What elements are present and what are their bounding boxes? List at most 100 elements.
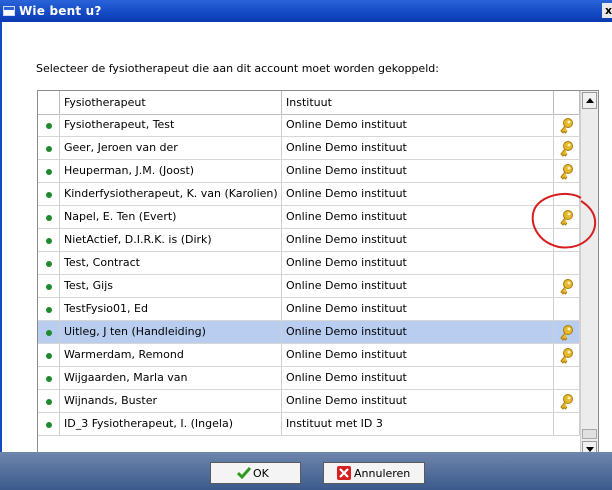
therapist-name-cell: Heuperman, J.M. (Joost) xyxy=(60,160,282,182)
green-dot-icon xyxy=(46,284,52,290)
key-cell[interactable] xyxy=(554,344,580,366)
key-icon[interactable] xyxy=(559,347,575,364)
red-x-icon xyxy=(337,466,351,480)
therapist-name-cell: Test, Gijs xyxy=(60,275,282,297)
green-dot-icon xyxy=(46,215,52,221)
key-cell[interactable] xyxy=(554,275,580,297)
key-cell xyxy=(554,298,580,320)
title-bar[interactable]: Wie bent u? x xyxy=(0,0,612,22)
scroll-up-button[interactable] xyxy=(582,92,597,109)
table-row[interactable]: Napel, E. Ten (Evert) Online Demo institu… xyxy=(38,206,580,229)
cancel-button[interactable]: Annuleren xyxy=(323,462,425,484)
therapist-name-cell: TestFysio01, Ed xyxy=(60,298,282,320)
institute-cell: Online Demo instituut xyxy=(282,298,554,320)
checkmark-icon xyxy=(237,467,251,479)
table-row[interactable]: Wijnands, Buster Online Demo instituut xyxy=(38,390,580,413)
header-instituut[interactable]: Instituut xyxy=(282,91,554,114)
therapist-name-cell: Fysiotherapeut, Test xyxy=(60,114,282,136)
status-cell xyxy=(38,206,60,228)
green-dot-icon xyxy=(46,399,52,405)
green-dot-icon xyxy=(46,422,52,428)
status-cell xyxy=(38,114,60,136)
table-row[interactable]: Geer, Jeroen van der Online Demo instituu… xyxy=(38,137,580,160)
green-dot-icon xyxy=(46,330,52,336)
table-row[interactable]: NietActief, D.I.R.K. is (Dirk) Online Dem… xyxy=(38,229,580,252)
ok-label: OK xyxy=(253,467,269,480)
therapist-name-cell: Geer, Jeroen van der xyxy=(60,137,282,159)
institute-cell: Online Demo instituut xyxy=(282,229,554,251)
red-circle-annotation xyxy=(531,192,597,249)
therapist-name-cell: NietActief, D.I.R.K. is (Dirk) xyxy=(60,229,282,251)
table-row[interactable]: Heuperman, J.M. (Joost) Online Demo insti… xyxy=(38,160,580,183)
key-cell[interactable] xyxy=(554,321,580,343)
instruction-text: Selecteer de fysiotherapeut die aan dit … xyxy=(36,62,439,75)
status-cell xyxy=(38,367,60,389)
institute-cell: Instituut met ID 3 xyxy=(282,413,554,435)
table-row[interactable]: Wijgaarden, Marla van Online Demo institu… xyxy=(38,367,580,390)
institute-cell: Online Demo instituut xyxy=(282,252,554,274)
therapist-grid[interactable]: Fysiotherapeut Instituut Fysiotherapeut,… xyxy=(37,90,599,460)
institute-cell: Online Demo instituut xyxy=(282,137,554,159)
status-cell xyxy=(38,413,60,435)
status-cell xyxy=(38,275,60,297)
green-dot-icon xyxy=(46,169,52,175)
dialog-body: Selecteer de fysiotherapeut die aan dit … xyxy=(2,22,612,490)
table-row[interactable]: Test, Contract Online Demo instituut xyxy=(38,252,580,275)
table-row[interactable]: Fysiotherapeut, Test Online Demo instituu… xyxy=(38,114,580,137)
header-status-column[interactable] xyxy=(38,91,60,114)
key-cell[interactable] xyxy=(554,160,580,182)
green-dot-icon xyxy=(46,238,52,244)
button-bar xyxy=(0,452,612,490)
header-key-column[interactable] xyxy=(554,91,580,114)
status-cell xyxy=(38,321,60,343)
key-icon[interactable] xyxy=(559,140,575,157)
table-row[interactable]: Warmerdam, Remond Online Demo instituut xyxy=(38,344,580,367)
institute-cell: Online Demo instituut xyxy=(282,344,554,366)
institute-cell: Online Demo instituut xyxy=(282,275,554,297)
status-cell xyxy=(38,390,60,412)
window-icon xyxy=(3,6,15,16)
key-cell xyxy=(554,367,580,389)
grid-header: Fysiotherapeut Instituut xyxy=(38,91,580,115)
green-dot-icon xyxy=(46,123,52,129)
key-icon[interactable] xyxy=(559,324,575,341)
institute-cell: Online Demo instituut xyxy=(282,390,554,412)
key-icon[interactable] xyxy=(559,163,575,180)
table-row[interactable]: TestFysio01, Ed Online Demo instituut xyxy=(38,298,580,321)
therapist-name-cell: Warmerdam, Remond xyxy=(60,344,282,366)
status-cell xyxy=(38,344,60,366)
key-cell xyxy=(554,252,580,274)
therapist-name-cell: Wijgaarden, Marla van xyxy=(60,367,282,389)
chevron-up-icon xyxy=(586,98,594,103)
green-dot-icon xyxy=(46,307,52,313)
close-button[interactable]: x xyxy=(602,3,612,18)
status-cell xyxy=(38,229,60,251)
therapist-name-cell: Uitleg, J ten (Handleiding) xyxy=(60,321,282,343)
institute-cell: Online Demo instituut xyxy=(282,114,554,136)
key-cell[interactable] xyxy=(554,137,580,159)
header-fysiotherapeut[interactable]: Fysiotherapeut xyxy=(60,91,282,114)
therapist-name-cell: Wijnands, Buster xyxy=(60,390,282,412)
institute-cell: Online Demo instituut xyxy=(282,183,554,205)
key-cell[interactable] xyxy=(554,114,580,136)
key-icon[interactable] xyxy=(559,117,575,134)
window-title: Wie bent u? xyxy=(19,4,102,18)
status-cell xyxy=(38,183,60,205)
scroll-thumb[interactable] xyxy=(582,429,597,439)
key-icon[interactable] xyxy=(559,393,575,410)
status-cell xyxy=(38,298,60,320)
therapist-name-cell: Kinderfysiotherapeut, K. van (Karolien) xyxy=(60,183,282,205)
table-row[interactable]: Kinderfysiotherapeut, K. van (Karolien) O… xyxy=(38,183,580,206)
green-dot-icon xyxy=(46,353,52,359)
table-row[interactable]: Test, Gijs Online Demo instituut xyxy=(38,275,580,298)
institute-cell: Online Demo instituut xyxy=(282,206,554,228)
institute-cell: Online Demo instituut xyxy=(282,367,554,389)
key-icon[interactable] xyxy=(559,278,575,295)
key-cell[interactable] xyxy=(554,390,580,412)
table-row[interactable]: ID_3 Fysiotherapeut, I. (Ingela) Instituu… xyxy=(38,413,580,436)
key-cell xyxy=(554,413,580,435)
status-cell xyxy=(38,252,60,274)
ok-button[interactable]: OK xyxy=(210,462,301,484)
vertical-scrollbar[interactable] xyxy=(580,91,598,459)
table-row[interactable]: Uitleg, J ten (Handleiding) Online Demo i… xyxy=(38,321,580,344)
